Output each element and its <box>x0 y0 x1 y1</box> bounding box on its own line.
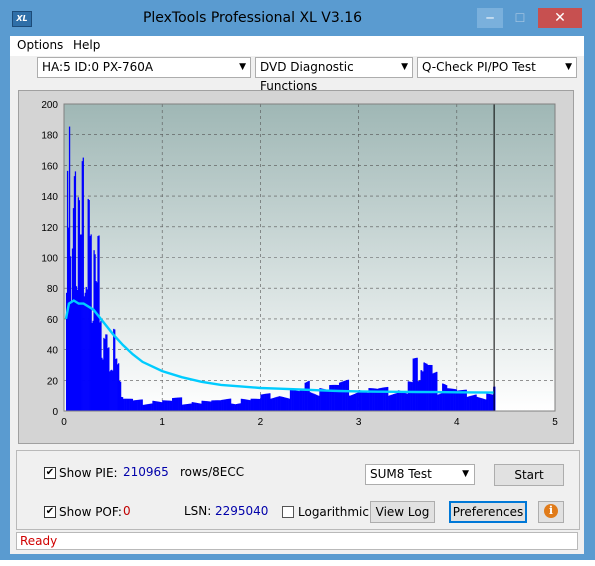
toolbar: HA:5 ID:0 PX-760A ▼ DVD Diagnostic Funct… <box>10 56 584 93</box>
y-tick-label: 160 <box>41 161 58 172</box>
logarithmic-label: Logarithmic <box>298 505 369 519</box>
info-icon: i <box>544 504 558 518</box>
y-tick-label: 200 <box>41 100 58 111</box>
sum8-test-select-value: SUM8 Test <box>370 467 432 481</box>
function-select-value: DVD Diagnostic Functions <box>260 60 354 93</box>
info-button[interactable]: i <box>538 501 564 523</box>
y-tick-label: 60 <box>47 315 59 326</box>
y-tick-label: 0 <box>52 407 58 418</box>
background-strip <box>0 560 595 566</box>
lsn-value: 2295040 <box>215 504 269 518</box>
pie-value: 210965 <box>123 465 169 479</box>
chart-panel: 0 20 40 60 80 100 120 140 160 180 200 0 1 2 3 4 5 <box>18 90 574 444</box>
chevron-down-icon: ▼ <box>239 62 246 72</box>
y-tick-label: 20 <box>47 376 59 387</box>
y-tick-label: 40 <box>47 346 59 357</box>
x-tick-label: 4 <box>454 417 460 428</box>
menu-help[interactable]: Help <box>73 38 100 52</box>
drive-select[interactable]: HA:5 ID:0 PX-760A ▼ <box>37 57 251 78</box>
menu-options[interactable]: Options <box>17 38 63 52</box>
sum8-test-select[interactable]: SUM8 Test ▼ <box>365 464 475 485</box>
x-tick-label: 5 <box>552 417 558 428</box>
window-title: PlexTools Professional XL V3.16 <box>142 10 363 26</box>
y-tick-label: 180 <box>41 131 58 142</box>
poe-value: 0 <box>123 504 131 518</box>
y-tick-label: 80 <box>47 284 59 295</box>
maximize-button[interactable]: ☐ <box>507 8 533 28</box>
controls-panel: ✔ Show PIE: 210965 rows/8ECC SUM8 Test ▼… <box>16 450 580 530</box>
show-poe-checkbox[interactable]: ✔ <box>44 506 56 518</box>
y-tick-label: 100 <box>41 254 58 265</box>
client-area: Options Help HA:5 ID:0 PX-760A ▼ DVD Dia… <box>10 36 584 554</box>
close-button[interactable]: ✕ <box>538 8 582 28</box>
app-window: XL PlexTools Professional XL V3.16 ─ ☐ ✕… <box>0 0 595 560</box>
test-type-select[interactable]: Q-Check PI/PO Test ▼ <box>417 57 577 78</box>
y-tick-label: 120 <box>41 223 58 234</box>
status-text: Ready <box>20 534 58 548</box>
show-pie-label: Show PIE: <box>59 466 118 480</box>
x-tick-label: 2 <box>258 417 264 428</box>
logarithmic-checkbox[interactable] <box>282 506 294 518</box>
chevron-down-icon: ▼ <box>462 469 469 479</box>
chevron-down-icon: ▼ <box>565 62 572 72</box>
x-tick-label: 3 <box>356 417 362 428</box>
drive-select-value: HA:5 ID:0 PX-760A <box>42 60 154 74</box>
status-bar: Ready <box>16 532 578 550</box>
menu-bar: Options Help <box>10 36 584 56</box>
x-tick-label: 0 <box>61 417 67 428</box>
start-button[interactable]: Start <box>494 464 564 486</box>
test-type-select-value: Q-Check PI/PO Test <box>422 60 536 74</box>
show-poe-label: Show POF: <box>59 505 122 519</box>
minimize-button[interactable]: ─ <box>477 8 503 28</box>
chevron-down-icon: ▼ <box>401 62 408 72</box>
pi-po-chart: 0 20 40 60 80 100 120 140 160 180 200 0 1 2 3 4 5 <box>41 100 558 428</box>
pie-unit: rows/8ECC <box>180 465 245 479</box>
function-select[interactable]: DVD Diagnostic Functions ▼ <box>255 57 413 93</box>
title-bar[interactable]: XL PlexTools Professional XL V3.16 ─ ☐ ✕ <box>0 0 595 36</box>
view-log-button[interactable]: View Log <box>370 501 435 523</box>
x-tick-label: 1 <box>159 417 165 428</box>
preferences-button[interactable]: Preferences <box>449 501 527 523</box>
y-tick-label: 140 <box>41 192 58 203</box>
show-pie-checkbox[interactable]: ✔ <box>44 467 56 479</box>
lsn-label: LSN: <box>184 504 212 518</box>
